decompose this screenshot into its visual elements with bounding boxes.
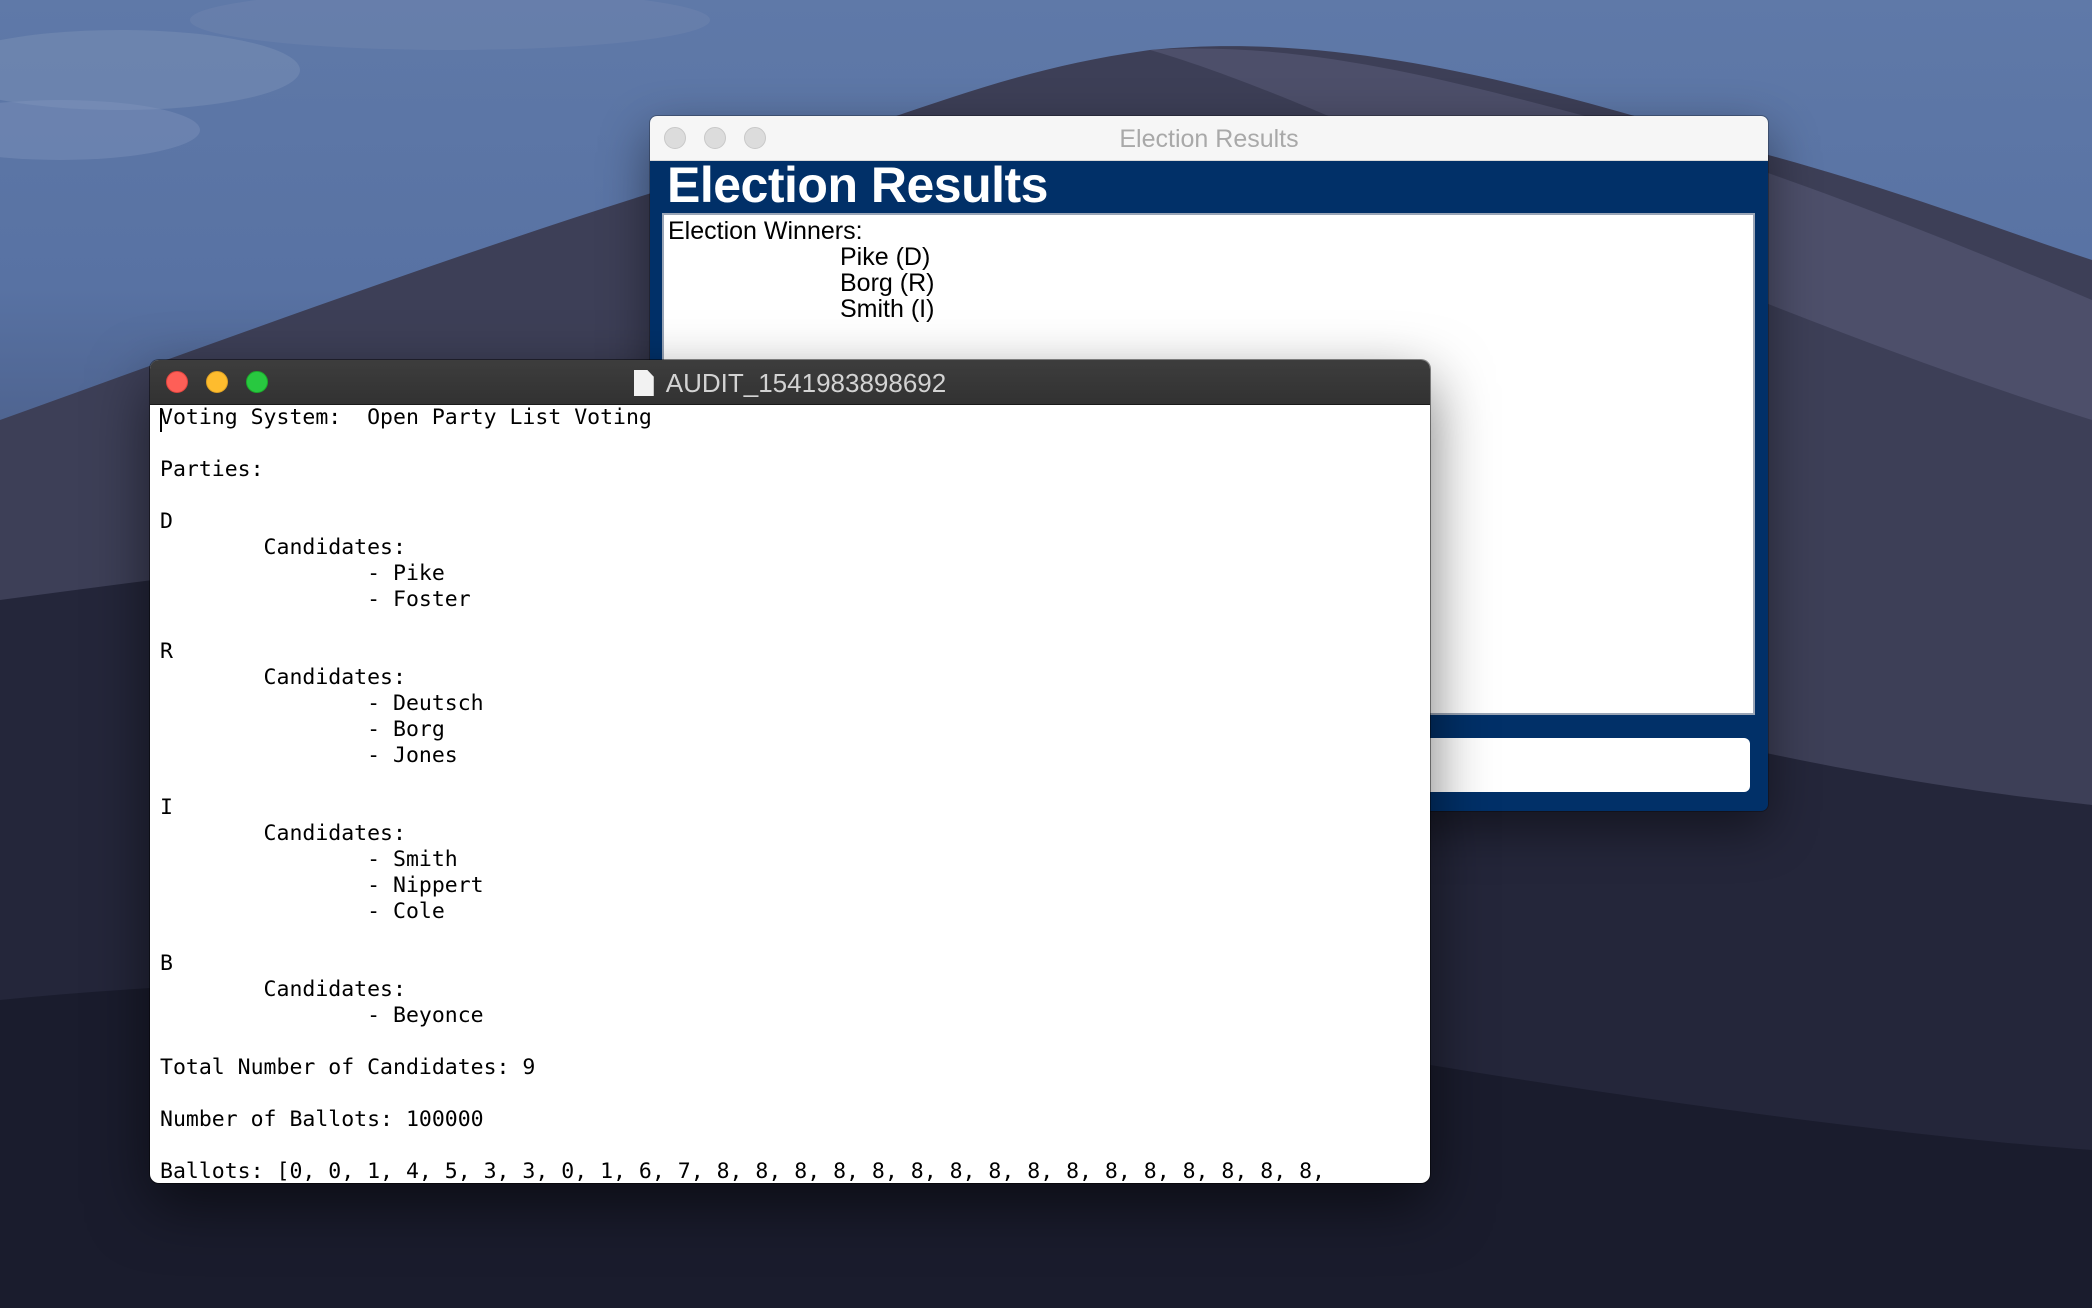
text-line: Total Number of Candidates: 9 — [160, 1055, 536, 1080]
text-line: Number of Ballots: 100000 — [160, 1107, 484, 1132]
text-line: - Borg — [160, 717, 445, 742]
text-line: - Smith — [160, 847, 458, 872]
winners-label: Election Winners: — [668, 217, 863, 245]
text-line: - Jones — [160, 743, 458, 768]
text-line: - Deutsch — [160, 691, 484, 716]
winner-item: Smith (I) — [840, 295, 935, 323]
text-line: - Beyonce — [160, 1003, 484, 1028]
text-line: - Nippert — [160, 873, 484, 898]
text-line: B — [160, 951, 173, 976]
text-line: R — [160, 639, 173, 664]
text-line: Parties: — [160, 457, 264, 482]
document-icon — [633, 370, 654, 396]
text-line: Voting System: Open Party List Voting — [160, 405, 652, 430]
text-line: Candidates: — [160, 535, 406, 560]
text-line: - Cole — [160, 899, 445, 924]
window-title: Election Results — [1119, 125, 1299, 153]
text-line: Candidates: — [160, 665, 406, 690]
audit-titlebar[interactable]: AUDIT_1541983898692 — [150, 360, 1430, 405]
text-line: Ballots: [0, 0, 1, 4, 5, 3, 3, 0, 1, 6, … — [160, 1159, 1325, 1183]
results-heading: Election Results — [667, 157, 1049, 213]
text-line: Candidates: — [160, 977, 406, 1002]
text-line: - Pike — [160, 561, 445, 586]
text-line: D — [160, 509, 173, 534]
audit-document-window: AUDIT_1541983898692 Voting System: Open … — [150, 360, 1430, 1183]
audit-text-content[interactable]: Voting System: Open Party List Voting Pa… — [160, 405, 1430, 1183]
text-line: - Foster — [160, 587, 471, 612]
results-titlebar[interactable]: Election Results — [650, 116, 1768, 161]
winner-item: Pike (D) — [840, 243, 931, 271]
winner-item: Borg (R) — [840, 269, 935, 297]
window-title: AUDIT_1541983898692 — [665, 368, 947, 398]
text-line: I — [160, 795, 173, 820]
text-line: Candidates: — [160, 821, 406, 846]
